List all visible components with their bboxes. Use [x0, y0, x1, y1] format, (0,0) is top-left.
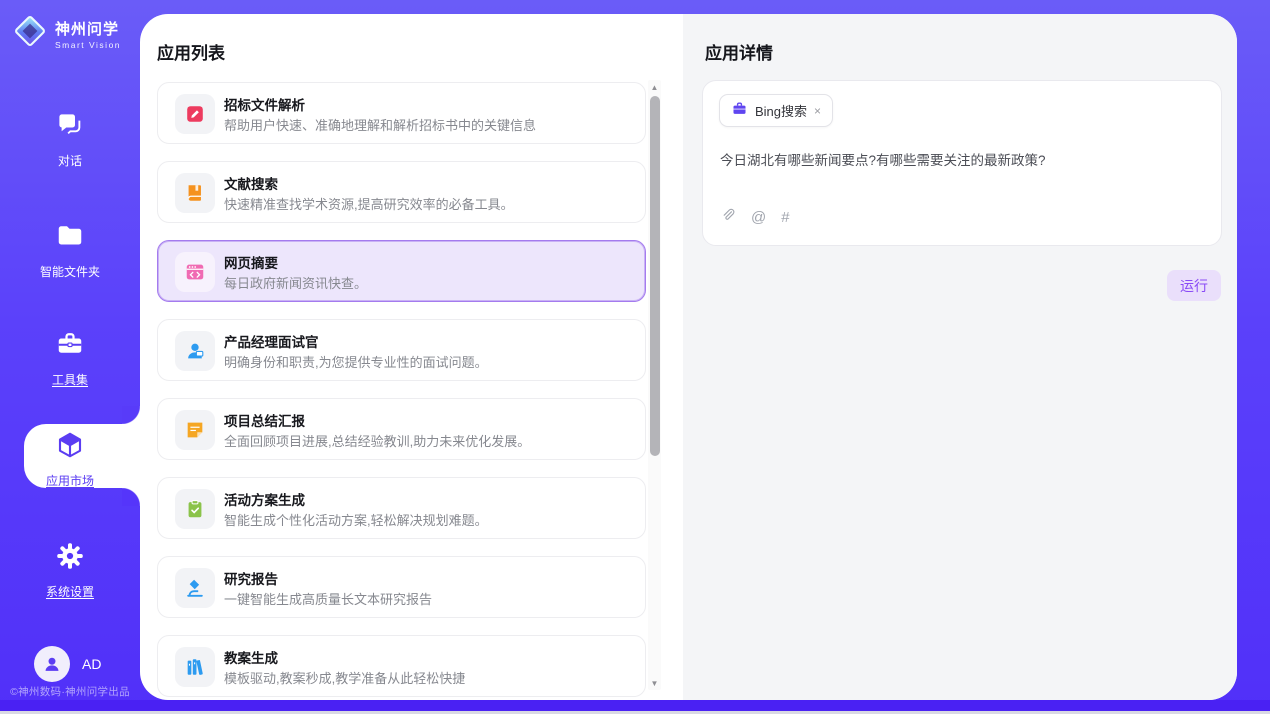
app-card-web-summary[interactable]: 网页摘要 每日政府新闻资讯快查。 [157, 240, 646, 302]
document-edit-icon [175, 94, 215, 134]
sidebar-item-label: 系统设置 [46, 583, 94, 600]
app-card-research-report[interactable]: 研究报告 一键智能生成高质量长文本研究报告 [157, 556, 646, 618]
app-card-bid-document-parse[interactable]: 招标文件解析 帮助用户快速、准确地理解和解析招标书中的关键信息 [157, 82, 646, 144]
sidebar-item-app-market[interactable]: 应用市场 [0, 430, 140, 490]
query-editor-card[interactable]: Bing搜索 × 今日湖北有哪些新闻要点?有哪些需要关注的最新政策? @ # [702, 80, 1222, 246]
app-card-title: 文献搜索 [224, 173, 278, 193]
run-button[interactable]: 运行 [1167, 270, 1221, 301]
clipboard-check-icon [175, 489, 215, 529]
logo-subtitle: Smart Vision [55, 40, 121, 50]
person-icon [175, 331, 215, 371]
app-card-desc: 明确身份和职责,为您提供专业性的面试问题。 [224, 352, 488, 371]
copyright-text: ©神州数码·神州问学出品 [0, 684, 140, 699]
query-text-input[interactable]: 今日湖北有哪些新闻要点?有哪些需要关注的最新政策? [720, 151, 1200, 171]
cube-icon [0, 430, 140, 465]
scrollbar-down-arrow[interactable]: ▼ [648, 676, 661, 690]
hash-tag-icon[interactable]: # [781, 209, 789, 226]
app-card-desc: 模板驱动,教案秒成,教学准备从此轻松快捷 [224, 668, 465, 687]
app-card-title: 项目总结汇报 [224, 410, 305, 430]
scrollbar-thumb[interactable] [650, 96, 660, 456]
scrollbar-up-arrow[interactable]: ▲ [648, 80, 661, 94]
logo-diamond-icon [12, 13, 48, 54]
user-account[interactable]: AD [34, 646, 101, 682]
app-card-desc: 每日政府新闻资讯快查。 [224, 273, 367, 292]
sidebar-item-chat[interactable]: 对话 [0, 110, 140, 170]
sidebar: 神州问学 Smart Vision 对话 智能文件夹 [0, 0, 140, 700]
briefcase-icon [731, 100, 748, 122]
sidebar-item-label: 对话 [58, 152, 82, 169]
microscope-icon [175, 568, 215, 608]
app-card-title: 活动方案生成 [224, 489, 305, 509]
sidebar-item-toolset[interactable]: 工具集 [0, 329, 140, 389]
app-detail-title: 应用详情 [705, 39, 773, 64]
toolbox-icon [0, 329, 140, 364]
logo-title: 神州问学 [55, 18, 121, 39]
tool-chip-bing-search[interactable]: Bing搜索 × [719, 94, 833, 127]
app-list-scrollbar[interactable]: ▲ ▼ [648, 80, 661, 690]
app-card-literature-search[interactable]: 文献搜索 快速精准查找学术资源,提高研究效率的必备工具。 [157, 161, 646, 223]
app-card-title: 产品经理面试官 [224, 331, 319, 351]
app-card-desc: 智能生成个性化活动方案,轻松解决规划难题。 [224, 510, 488, 529]
main-content: 应用列表 招标文件解析 帮助用户快速、准确地理解和解析招标书中的关键信息 [140, 14, 1237, 700]
app-list-title: 应用列表 [157, 39, 225, 64]
book-icon [175, 173, 215, 213]
at-mention-icon[interactable]: @ [751, 209, 766, 226]
app-card-title: 网页摘要 [224, 252, 278, 272]
sidebar-item-label: 应用市场 [46, 472, 94, 489]
browser-code-icon [175, 252, 215, 292]
paperclip-icon[interactable] [720, 206, 736, 229]
app-card-desc: 一键智能生成高质量长文本研究报告 [224, 589, 432, 608]
gear-icon [0, 541, 140, 576]
app-card-project-summary[interactable]: 项目总结汇报 全面回顾项目进展,总结经验教训,助力未来优化发展。 [157, 398, 646, 460]
bottom-bar [0, 700, 1270, 711]
folder-icon [0, 221, 140, 256]
app-list: 招标文件解析 帮助用户快速、准确地理解和解析招标书中的关键信息 文献搜索 快速精… [157, 82, 648, 700]
sidebar-item-label: 工具集 [52, 371, 88, 388]
sidebar-item-settings[interactable]: 系统设置 [0, 541, 140, 601]
attachment-toolbar: @ # [720, 206, 790, 229]
app-card-title: 教案生成 [224, 647, 278, 667]
app-card-activity-plan[interactable]: 活动方案生成 智能生成个性化活动方案,轻松解决规划难题。 [157, 477, 646, 539]
sticky-note-icon [175, 410, 215, 450]
app-detail-panel: 应用详情 Bing搜索 × 今日湖北有哪些新闻要点?有哪些需要关注的最新政策? [683, 14, 1237, 700]
app-card-title: 研究报告 [224, 568, 278, 588]
sidebar-item-label: 智能文件夹 [40, 263, 100, 280]
tool-chip-label: Bing搜索 [755, 101, 807, 120]
app-card-pm-interviewer[interactable]: 产品经理面试官 明确身份和职责,为您提供专业性的面试问题。 [157, 319, 646, 381]
app-logo: 神州问学 Smart Vision [12, 13, 121, 54]
close-icon[interactable]: × [814, 105, 821, 117]
app-card-desc: 全面回顾项目进展,总结经验教训,助力未来优化发展。 [224, 431, 530, 450]
avatar [34, 646, 70, 682]
app-card-desc: 快速精准查找学术资源,提高研究效率的必备工具。 [224, 194, 514, 213]
user-name: AD [82, 656, 101, 672]
app-card-desc: 帮助用户快速、准确地理解和解析招标书中的关键信息 [224, 115, 536, 134]
books-icon [175, 647, 215, 687]
chat-icon [0, 110, 140, 145]
app-card-lesson-plan[interactable]: 教案生成 模板驱动,教案秒成,教学准备从此轻松快捷 [157, 635, 646, 697]
app-list-panel: 应用列表 招标文件解析 帮助用户快速、准确地理解和解析招标书中的关键信息 [140, 14, 683, 700]
sidebar-item-smart-folder[interactable]: 智能文件夹 [0, 221, 140, 281]
app-card-title: 招标文件解析 [224, 94, 305, 114]
